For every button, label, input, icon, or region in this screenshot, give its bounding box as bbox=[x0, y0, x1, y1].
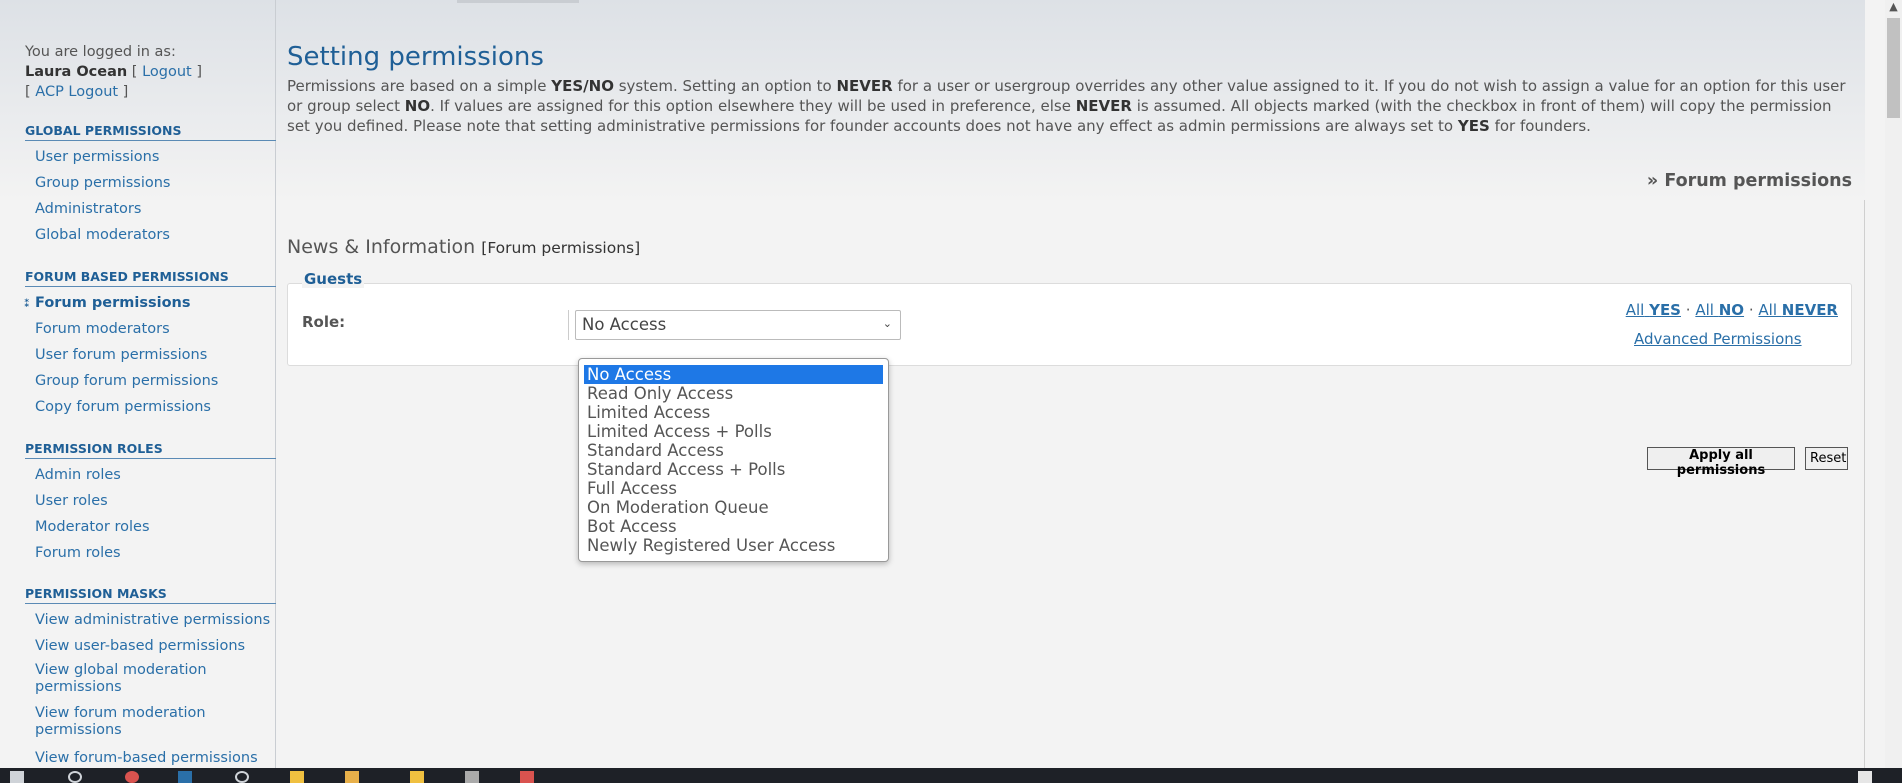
forum-name: News & Information bbox=[287, 236, 476, 258]
sidebar-item-admin-roles[interactable]: Admin roles bbox=[25, 465, 276, 491]
dropdown-option[interactable]: On Moderation Queue bbox=[584, 498, 883, 517]
vertical-scrollbar[interactable]: ▲ bbox=[1885, 0, 1902, 768]
folder-icon[interactable] bbox=[410, 771, 424, 783]
dropdown-option[interactable]: Bot Access bbox=[584, 517, 883, 536]
sidebar-item-user-forum-permissions[interactable]: User forum permissions bbox=[25, 345, 276, 371]
sidebar-roles-section: PERMISSION ROLES Admin roles User roles … bbox=[25, 441, 276, 569]
sidebar-item-view-user-permissions[interactable]: View user-based permissions bbox=[25, 636, 276, 662]
sidebar-item-global-moderators[interactable]: Global moderators bbox=[25, 225, 276, 251]
intro-text: Permissions are based on a simple YES/NO… bbox=[287, 76, 1852, 136]
group-legend: Guests bbox=[302, 270, 365, 288]
sidebar-masks-title: PERMISSION MASKS bbox=[25, 586, 276, 604]
all-yes-prefix: All bbox=[1625, 301, 1645, 319]
role-select-value: No Access bbox=[582, 315, 667, 334]
group-permission-fieldset: Guests Role: No Access ⌄ All YES · All N… bbox=[287, 270, 1852, 366]
dropdown-option[interactable]: Read Only Access bbox=[584, 384, 883, 403]
role-select[interactable]: No Access ⌄ bbox=[575, 310, 901, 340]
all-never-label: NEVER bbox=[1781, 301, 1838, 319]
sidebar-global-section: GLOBAL PERMISSIONS User permissions Grou… bbox=[25, 123, 276, 251]
login-info: You are logged in as: Laura Ocean [ Logo… bbox=[25, 44, 203, 100]
dropdown-option[interactable]: Standard Access + Polls bbox=[584, 460, 883, 479]
sidebar-item-copy-forum-permissions[interactable]: Copy forum permissions bbox=[25, 397, 276, 423]
app-icon[interactable] bbox=[520, 771, 534, 783]
scroll-up-icon[interactable]: ▲ bbox=[1885, 0, 1902, 17]
sidebar-item-user-permissions[interactable]: User permissions bbox=[25, 147, 276, 173]
apply-all-permissions-button[interactable]: Apply all permissions bbox=[1647, 447, 1795, 478]
sidebar-item-view-admin-permissions[interactable]: View administrative permissions bbox=[25, 610, 276, 636]
intro-part: . If values are assigned for this option… bbox=[430, 97, 1076, 115]
sidebar: You are logged in as: Laura Ocean [ Logo… bbox=[0, 0, 276, 768]
all-yes-label: YES bbox=[1649, 301, 1681, 319]
breadcrumb: » Forum permissions bbox=[1646, 171, 1852, 191]
forum-heading: News & Information [Forum permissions] bbox=[287, 236, 640, 258]
sidebar-global-title: GLOBAL PERMISSIONS bbox=[25, 123, 276, 141]
all-no-link[interactable]: All NO bbox=[1695, 301, 1744, 319]
intro-bold: NEVER bbox=[1075, 97, 1132, 115]
intro-bold: YES/NO bbox=[551, 77, 614, 95]
logout-link[interactable]: Logout bbox=[142, 64, 192, 80]
role-dropdown-list[interactable]: No Access Read Only Access Limited Acces… bbox=[578, 358, 889, 562]
sidebar-item-forum-moderators[interactable]: Forum moderators bbox=[25, 319, 276, 345]
all-no-label: NO bbox=[1718, 301, 1745, 319]
sidebar-item-moderator-roles[interactable]: Moderator roles bbox=[25, 517, 276, 543]
sidebar-item-forum-roles[interactable]: Forum roles bbox=[25, 543, 276, 569]
active-bullet-icon: ⁑ bbox=[24, 297, 30, 310]
intro-part: Permissions are based on a simple bbox=[287, 77, 552, 95]
sidebar-item-view-forum-moderation[interactable]: View forum moderation permissions bbox=[25, 705, 276, 748]
link-separator: · bbox=[1748, 301, 1754, 319]
os-taskbar bbox=[0, 768, 1902, 783]
app-icon[interactable] bbox=[178, 771, 192, 783]
folder-icon[interactable] bbox=[345, 771, 359, 783]
role-label: Role: bbox=[302, 313, 346, 331]
dropdown-option[interactable]: No Access bbox=[584, 365, 883, 384]
sidebar-item-group-forum-permissions[interactable]: Group forum permissions bbox=[25, 371, 276, 397]
dropdown-option[interactable]: Full Access bbox=[584, 479, 883, 498]
all-links: All YES · All NO · All NEVER bbox=[1626, 301, 1838, 319]
sidebar-item-user-roles[interactable]: User roles bbox=[25, 491, 276, 517]
intro-bold: NO bbox=[404, 97, 431, 115]
all-yes-link[interactable]: All YES bbox=[1626, 301, 1681, 319]
app-icon[interactable] bbox=[235, 771, 249, 783]
forum-heading-sub: [Forum permissions] bbox=[481, 239, 641, 257]
sidebar-item-forum-permissions-label: Forum permissions bbox=[35, 295, 191, 311]
browser-viewport: You are logged in as: Laura Ocean [ Logo… bbox=[0, 0, 1865, 768]
reset-button[interactable]: Reset bbox=[1805, 447, 1848, 470]
intro-bold: YES bbox=[1457, 117, 1490, 135]
sidebar-masks-section: PERMISSION MASKS View administrative per… bbox=[25, 586, 276, 774]
dropdown-option[interactable]: Limited Access + Polls bbox=[584, 422, 883, 441]
sidebar-forum-title: FORUM BASED PERMISSIONS bbox=[25, 269, 276, 287]
advanced-permissions-link[interactable]: Advanced Permissions bbox=[1634, 330, 1802, 348]
sidebar-item-administrators[interactable]: Administrators bbox=[25, 199, 276, 225]
sidebar-forum-section: FORUM BASED PERMISSIONS ⁑ Forum permissio… bbox=[24, 269, 276, 423]
app-icon[interactable] bbox=[465, 771, 479, 783]
acp-logout-link[interactable]: ACP Logout bbox=[35, 84, 118, 100]
sidebar-item-group-permissions[interactable]: Group permissions bbox=[25, 173, 276, 199]
intro-bold: NEVER bbox=[836, 77, 893, 95]
chevron-down-icon: ⌄ bbox=[882, 317, 892, 330]
browser-icon[interactable] bbox=[125, 771, 139, 783]
dropdown-option[interactable]: Standard Access bbox=[584, 441, 883, 460]
scroll-thumb[interactable] bbox=[1887, 18, 1900, 118]
sidebar-item-view-global-moderation[interactable]: View global moderation permissions bbox=[25, 662, 276, 705]
login-prefix: You are logged in as: bbox=[25, 44, 176, 60]
notification-icon[interactable] bbox=[1858, 771, 1872, 783]
dropdown-option[interactable]: Newly Registered User Access bbox=[584, 536, 883, 555]
intro-part: system. Setting an option to bbox=[613, 77, 837, 95]
all-never-prefix: All bbox=[1758, 301, 1777, 319]
all-no-prefix: All bbox=[1695, 301, 1714, 319]
page-title: Setting permissions bbox=[287, 42, 544, 72]
top-tab-indicator bbox=[457, 0, 579, 3]
login-username: Laura Ocean bbox=[25, 64, 128, 80]
dropdown-option[interactable]: Limited Access bbox=[584, 403, 883, 422]
sidebar-roles-title: PERMISSION ROLES bbox=[25, 441, 276, 459]
start-icon[interactable] bbox=[10, 771, 24, 783]
search-icon[interactable] bbox=[68, 771, 82, 783]
app-icon[interactable] bbox=[290, 771, 304, 783]
all-never-link[interactable]: All NEVER bbox=[1758, 301, 1838, 319]
link-separator: · bbox=[1685, 301, 1691, 319]
sidebar-item-forum-permissions[interactable]: ⁑ Forum permissions bbox=[24, 293, 276, 319]
role-divider bbox=[568, 310, 569, 340]
intro-part: for founders. bbox=[1489, 117, 1591, 135]
